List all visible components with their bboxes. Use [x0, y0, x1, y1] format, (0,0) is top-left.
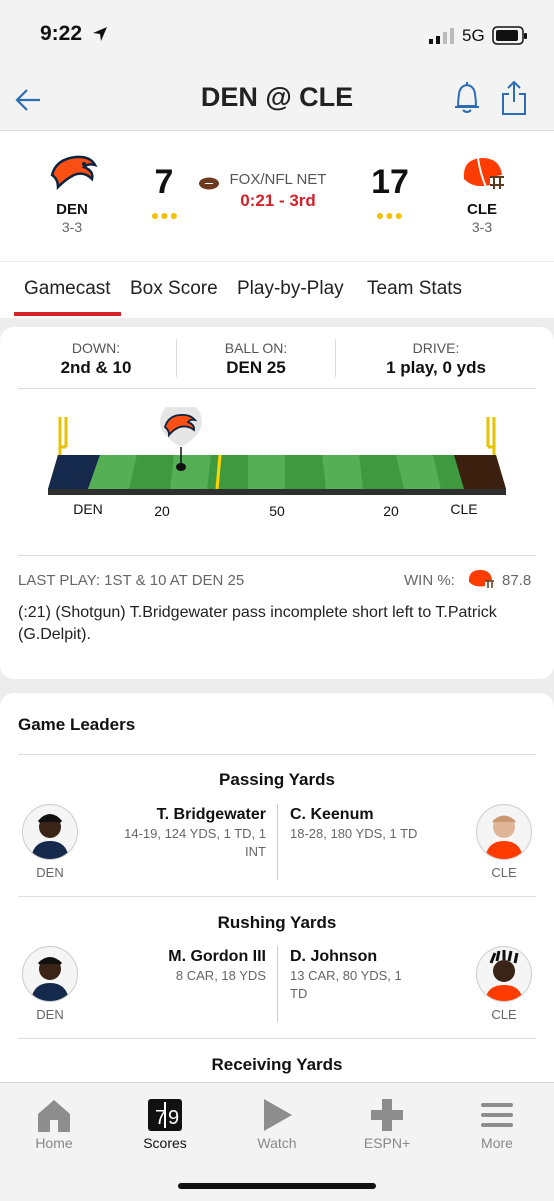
game-leaders-card: Game Leaders Passing Yards DEN T. Bridge…: [0, 693, 554, 1113]
gamecast-card: DOWN: 2nd & 10 BALL ON: DEN 25 DRIVE: 1 …: [0, 327, 554, 679]
game-tabs: Gamecast Box Score Play-by-Play Team Sta…: [0, 262, 554, 318]
leader-stat: 18-28, 180 YDS, 1 TD: [290, 826, 418, 841]
menu-icon: [481, 1103, 513, 1127]
play-icon: [264, 1099, 292, 1131]
away-score: 7: [154, 163, 174, 201]
scoreboard: DEN 3-3 7 ●●● FOX/NFL NET 0:21 - 3rd 17 …: [0, 131, 554, 261]
yard-label-mid: 50: [269, 503, 285, 519]
leader-team: CLE: [491, 865, 517, 880]
rushing-yards-title: Rushing Yards: [217, 913, 337, 932]
win-prob-label: WIN %:: [404, 572, 455, 589]
share-icon[interactable]: [500, 80, 528, 116]
divider: [277, 804, 278, 880]
leader-name[interactable]: C. Keenum: [290, 806, 450, 824]
leader-name[interactable]: T. Bridgewater: [100, 806, 266, 824]
avatar[interactable]: [22, 804, 78, 860]
battery-icon: [492, 26, 527, 45]
browns-helmet-icon: [463, 157, 504, 189]
home-score: 17: [371, 163, 409, 201]
status-time: 9:22: [40, 22, 83, 45]
divider: [18, 388, 536, 389]
nav-scores-label: Scores: [143, 1135, 187, 1151]
home-indicator[interactable]: [178, 1183, 376, 1189]
browns-helmet-icon: [468, 570, 494, 588]
divider: [18, 754, 536, 755]
scoreboard-icon: 79: [148, 1099, 182, 1131]
tab-gamecast[interactable]: Gamecast: [24, 278, 111, 300]
espn-plus-icon: [371, 1099, 403, 1131]
broadcast-network: FOX/NFL NET: [229, 171, 327, 188]
ball-on-value: DEN 25: [226, 358, 286, 377]
home-abbr: CLE: [467, 201, 497, 218]
avatar[interactable]: [476, 946, 532, 1002]
tab-box-score[interactable]: Box Score: [130, 278, 218, 300]
yard-label-left: 20: [154, 503, 170, 519]
divider: [18, 1038, 536, 1039]
leader-stat: 13 CAR, 80 YDS, 1 TD: [290, 968, 402, 1001]
nav-espn-plus[interactable]: ESPN+: [337, 1095, 437, 1151]
leader-team: DEN: [36, 865, 64, 880]
possession-football-icon: [199, 177, 219, 190]
network-label: 5G: [462, 26, 485, 45]
ball-marker: [176, 463, 186, 471]
win-prob-value: 87.8: [502, 572, 532, 589]
away-timeouts: ●●●: [150, 207, 180, 223]
last-play-header: LAST PLAY: 1ST & 10 AT DEN 25: [18, 572, 245, 589]
field-left-team: DEN: [73, 501, 103, 517]
divider: [18, 896, 536, 897]
leader-team: CLE: [491, 1007, 517, 1022]
down-label: DOWN:: [71, 340, 121, 356]
home-timeouts: ●●●: [375, 207, 405, 223]
signal-icon: [429, 28, 454, 44]
away-abbr: DEN: [56, 201, 88, 218]
nav-watch[interactable]: Watch: [227, 1095, 327, 1151]
nav-more-label: More: [481, 1135, 513, 1151]
broncos-logo-icon: [50, 155, 98, 191]
status-bar: 9:22 5G: [0, 0, 554, 70]
nav-more[interactable]: More: [447, 1095, 547, 1151]
home-record: 3-3: [471, 219, 493, 235]
nav-espn-plus-label: ESPN+: [363, 1135, 411, 1151]
leader-stat: 14-19, 124 YDS, 1 TD, 1 INT: [124, 826, 266, 859]
avatar[interactable]: [476, 804, 532, 860]
receiving-yards-title: Receiving Yards: [211, 1055, 343, 1074]
leader-team: DEN: [36, 1007, 64, 1022]
active-tab-indicator: [14, 312, 121, 316]
nav-home[interactable]: Home: [4, 1095, 104, 1151]
drive-value: 1 play, 0 yds: [386, 358, 486, 377]
down-value: 2nd & 10: [60, 358, 132, 377]
tab-team-stats[interactable]: Team Stats: [367, 278, 462, 300]
divider: [277, 946, 278, 1022]
game-leaders-title: Game Leaders: [18, 715, 136, 734]
game-clock: 0:21 - 3rd: [240, 191, 316, 210]
passing-yards-title: Passing Yards: [219, 770, 335, 789]
leader-stat: 8 CAR, 18 YDS: [175, 968, 266, 983]
nav-bar: DEN @ CLE: [0, 70, 554, 131]
divider: [18, 555, 536, 556]
nav-scores[interactable]: 79 Scores: [115, 1095, 215, 1151]
tab-play-by-play[interactable]: Play-by-Play: [237, 278, 344, 300]
nav-watch-label: Watch: [257, 1135, 297, 1151]
leader-name[interactable]: D. Johnson: [290, 948, 450, 966]
drive-label: DRIVE:: [412, 340, 460, 356]
field-right-team: CLE: [450, 501, 478, 517]
away-record: 3-3: [61, 219, 83, 235]
last-play-text: (:21) (Shotgun) T.Bridgewater pass incom…: [18, 604, 497, 643]
ball-on-label: BALL ON:: [224, 340, 288, 356]
bottom-tab-bar: Home 79 Scores Watch ESPN+ More: [0, 1082, 554, 1201]
nav-home-label: Home: [35, 1135, 73, 1151]
yard-label-right: 20: [383, 503, 399, 519]
avatar[interactable]: [22, 946, 78, 1002]
home-icon: [38, 1100, 70, 1132]
location-icon: [93, 27, 107, 41]
leader-name[interactable]: M. Gordon III: [100, 948, 266, 966]
svg-text:9: 9: [168, 1107, 179, 1129]
bell-icon[interactable]: [452, 80, 482, 116]
